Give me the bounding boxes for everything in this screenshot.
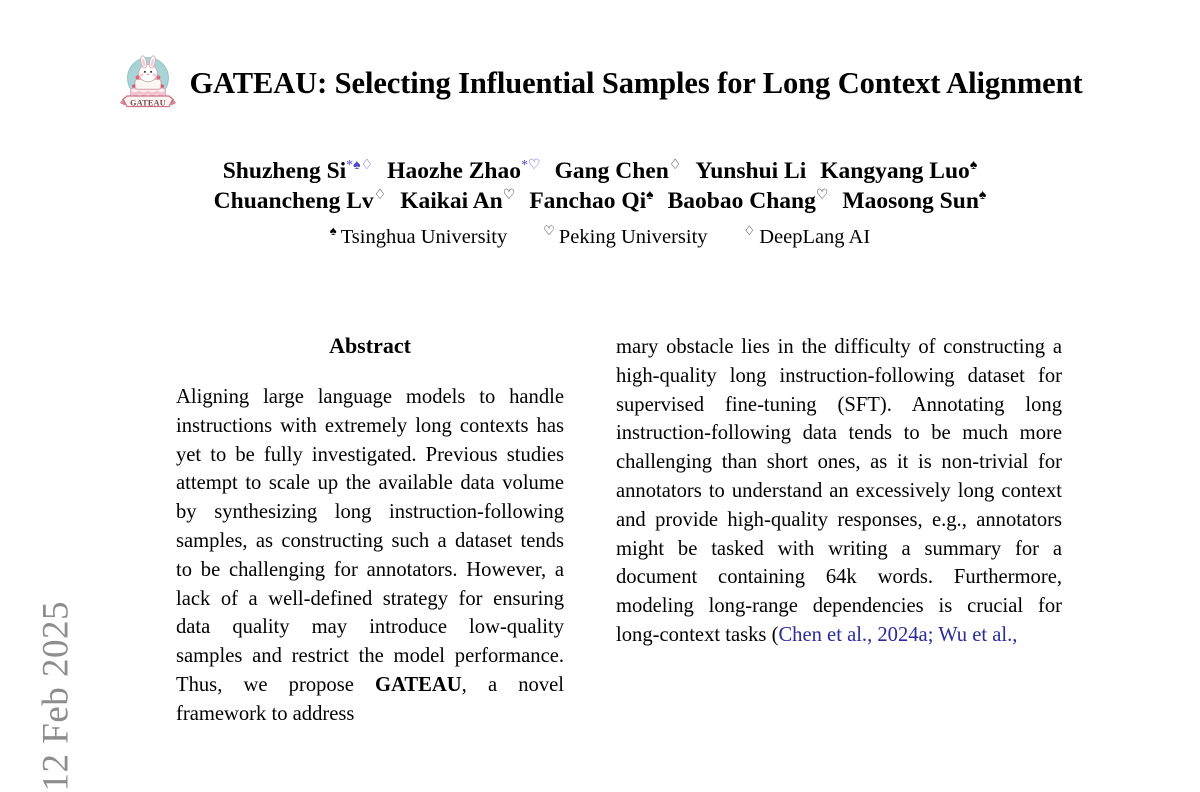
author-symbol: ♠	[646, 188, 654, 204]
affiliation-symbol: ♢	[743, 223, 756, 239]
title-row: GATEAU GATEAU: Selecting Influential Sam…	[0, 52, 1200, 114]
svg-text:GATEAU: GATEAU	[131, 98, 167, 107]
author-name: Baobao Chang	[667, 188, 816, 214]
author-line-2: Chuancheng Lv♢ Kaikai An♡ Fanchao Qi♠ Baoba…	[0, 186, 1200, 216]
introduction-column: mary obstacle lies in the difficulty of …	[616, 333, 1062, 650]
gateau-cake-logo-icon: GATEAU	[120, 55, 177, 107]
author-name: Kangyang Luo	[820, 158, 970, 184]
author-symbol: *♠♢	[346, 158, 374, 174]
affiliation-entry: ♢ DeepLang AI	[743, 223, 871, 248]
author-entry: Fanchao Qi♠	[529, 188, 653, 214]
author-entry: Chuancheng Lv♢	[214, 188, 387, 214]
introduction-paragraph: mary obstacle lies in the difficulty of …	[616, 333, 1062, 650]
author-symbol: *♡	[521, 158, 541, 174]
abstract-heading: Abstract	[329, 333, 411, 358]
author-entry: Maosong Sun♠	[842, 188, 986, 214]
author-symbol: ♡	[815, 188, 829, 204]
author-name: Maosong Sun	[842, 188, 979, 214]
intro-text-part1: mary obstacle lies in the difficulty of …	[616, 336, 1062, 646]
author-entry: Kaikai An♡	[400, 188, 515, 214]
author-name: Gang Chen	[554, 158, 669, 184]
affiliation-entry: ♡ Peking University	[543, 223, 708, 248]
author-symbol: ♡	[502, 188, 516, 204]
author-entry: Gang Chen♢	[555, 158, 682, 184]
author-name: Fanchao Qi	[529, 188, 647, 214]
affiliation-name: Tsinghua University	[340, 226, 508, 248]
author-entry: Haozhe Zhao*♡	[387, 158, 540, 184]
affiliations-line: ♠ Tsinghua University ♡ Peking University ♢ D…	[0, 222, 1200, 252]
author-symbol: ♢	[373, 188, 387, 204]
author-name: Chuancheng Lv	[213, 188, 374, 214]
abstract-paragraph: Aligning large language models to handle…	[176, 383, 564, 729]
citation-link[interactable]: Chen et al., 2024a; Wu et al.,	[778, 624, 1017, 646]
author-name: Shuzheng Si	[222, 158, 347, 184]
affiliation-name: Peking University	[558, 226, 708, 248]
author-entry: Yunshui Li	[695, 158, 806, 184]
author-line-1: Shuzheng Si*♠♢ Haozhe Zhao*♡ Gang Chen♢ Yun…	[0, 156, 1200, 186]
author-entry: Kangyang Luo♠	[820, 158, 977, 184]
author-symbol: ♢	[668, 158, 682, 174]
abstract-column: Abstract Aligning large language models …	[176, 333, 564, 729]
authors-block: Shuzheng Si*♠♢ Haozhe Zhao*♡ Gang Chen♢ Yun…	[0, 156, 1200, 252]
author-entry: Baobao Chang♡	[668, 188, 829, 214]
author-name: Kaikai An	[400, 188, 503, 214]
author-name: Yunshui Li	[695, 158, 807, 184]
paper-page: GATEAU GATEAU: Selecting Influential Sam…	[0, 0, 1200, 725]
page-title: GATEAU: Selecting Influential Samples fo…	[189, 65, 1083, 100]
abstract-bold-term: GATEAU	[375, 673, 462, 696]
author-symbol: ♠	[978, 188, 987, 204]
abstract-text-part1: Aligning large language models to handle…	[176, 386, 564, 696]
affiliation-symbol: ♡	[543, 223, 555, 239]
affiliation-name: DeepLang AI	[759, 226, 871, 248]
affiliation-symbol: ♠	[329, 223, 337, 239]
author-symbol: ♠	[969, 158, 978, 174]
affiliation-entry: ♠ Tsinghua University	[329, 223, 508, 248]
author-entry: Shuzheng Si*♠♢	[223, 158, 373, 184]
author-name: Haozhe Zhao	[387, 158, 522, 184]
